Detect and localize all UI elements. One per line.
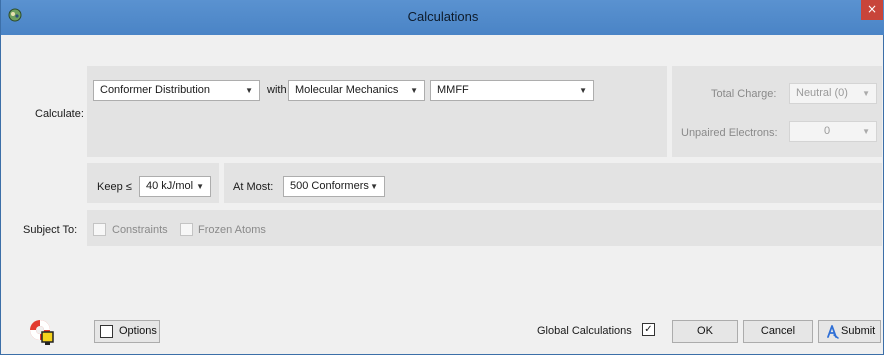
with-label: with <box>267 84 287 96</box>
forcefield-select[interactable]: MMFF ▼ <box>430 80 594 101</box>
constraints-label: Constraints <box>112 224 168 236</box>
atmost-label: At Most: <box>233 181 274 193</box>
frozen-atoms-checkbox[interactable] <box>180 223 193 236</box>
title-bar: Calculations × <box>1 0 884 35</box>
total-charge-label: Total Charge: <box>711 88 777 100</box>
total-charge-select[interactable]: Neutral (0) ▼ <box>789 83 877 104</box>
atmost-select[interactable]: 500 Conformers ▼ <box>283 176 385 197</box>
charge-panel <box>672 66 882 157</box>
window-title: Calculations <box>407 9 479 24</box>
unpaired-electrons-value: 0 <box>824 125 831 137</box>
forcefield-select-value: MMFF <box>437 84 469 96</box>
task-select-value: Conformer Distribution <box>100 84 211 96</box>
chevron-down-icon: ▼ <box>196 182 204 191</box>
chevron-down-icon: ▼ <box>862 89 870 98</box>
method-select-value: Molecular Mechanics <box>295 84 399 96</box>
global-calculations-checkbox[interactable]: ✓ <box>642 323 655 336</box>
lifebuoy-help-icon[interactable] <box>27 318 55 346</box>
submit-icon <box>827 325 839 339</box>
chevron-down-icon: ▼ <box>410 86 418 95</box>
atmost-value: 500 Conformers <box>290 180 369 192</box>
calculate-label: Calculate: <box>35 108 84 120</box>
ok-button[interactable]: OK <box>672 320 738 343</box>
keep-energy-select[interactable]: 40 kJ/mol ▼ <box>139 176 211 197</box>
cancel-button[interactable]: Cancel <box>743 320 813 343</box>
chevron-down-icon: ▼ <box>862 127 870 136</box>
subject-to-label: Subject To: <box>23 224 78 236</box>
global-calculations-label: Global Calculations <box>537 325 632 337</box>
frozen-atoms-label: Frozen Atoms <box>198 224 266 236</box>
options-label: Options <box>119 325 157 337</box>
method-select[interactable]: Molecular Mechanics ▼ <box>288 80 425 101</box>
task-select[interactable]: Conformer Distribution ▼ <box>93 80 260 101</box>
unpaired-electrons-label: Unpaired Electrons: <box>681 127 778 139</box>
unpaired-electrons-select[interactable]: 0 ▼ <box>789 121 877 142</box>
chevron-down-icon: ▼ <box>370 182 378 191</box>
options-button[interactable]: Options <box>94 320 160 343</box>
submit-label: Submit <box>841 325 876 337</box>
options-checkbox-icon <box>100 325 113 338</box>
keep-label: Keep ≤ <box>97 181 132 193</box>
chevron-down-icon: ▼ <box>245 86 253 95</box>
submit-button[interactable]: Submit <box>818 320 881 343</box>
keep-energy-value: 40 kJ/mol <box>146 180 194 192</box>
constraints-checkbox[interactable] <box>93 223 106 236</box>
close-button[interactable]: × <box>861 0 883 20</box>
chevron-down-icon: ▼ <box>579 86 587 95</box>
total-charge-value: Neutral (0) <box>796 87 848 99</box>
calculations-dialog: Calculations × Calculate: Conformer Dist… <box>0 0 884 355</box>
